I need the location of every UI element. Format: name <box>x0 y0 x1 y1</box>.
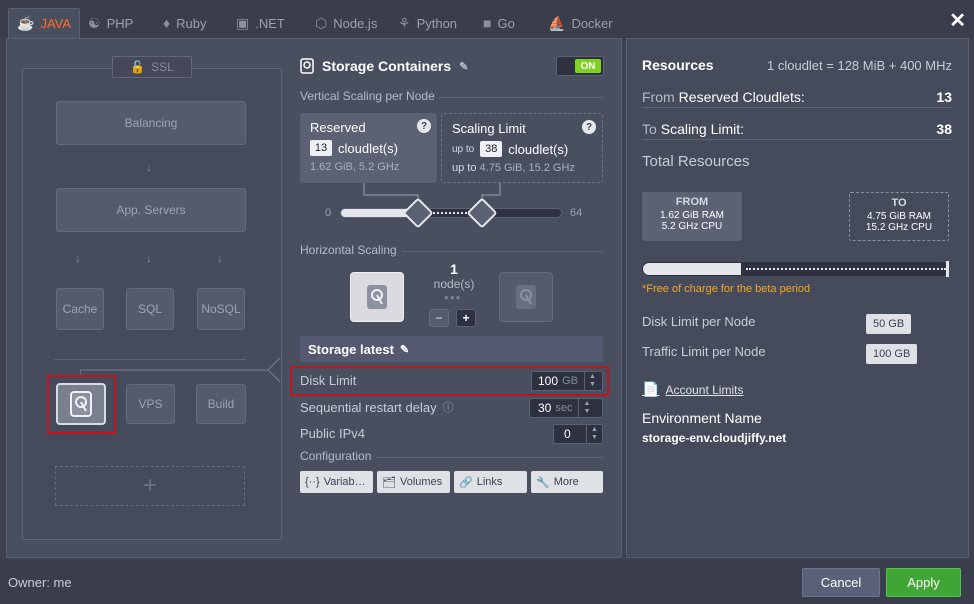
app-servers-node[interactable]: App. Servers <box>56 188 246 232</box>
divider <box>439 97 603 98</box>
arrow-down-icon: ↓ <box>217 251 223 265</box>
tab-ruby[interactable]: ♦ Ruby <box>163 8 207 38</box>
divider <box>376 457 603 458</box>
cache-node[interactable]: Cache <box>56 288 104 330</box>
arrow-down-icon: ↓ <box>75 251 81 265</box>
limit-range <box>746 268 946 270</box>
nodejs-icon: ⬡ <box>315 14 328 31</box>
tab-python[interactable]: ⚘ Python <box>398 8 457 38</box>
help-icon[interactable]: ? <box>417 119 431 133</box>
restart-delay-input[interactable]: 30 sec ▲ ▼ <box>529 398 603 418</box>
sql-node[interactable]: SQL <box>126 288 174 330</box>
apply-button[interactable]: Apply <box>886 568 961 597</box>
reserved-card: Reserved ? 13 cloudlet(s) 1.62 GiB, 5.2 … <box>300 113 437 183</box>
configuration-heading: Configuration <box>300 449 372 463</box>
storage-icon <box>300 58 314 74</box>
go-icon: ■ <box>483 15 492 31</box>
arrow-down-icon: ↓ <box>146 251 152 265</box>
horizontal-scaling-heading: Horizontal Scaling <box>300 243 397 257</box>
scaling-limit-input[interactable]: 38 <box>480 141 503 157</box>
lock-icon: 🔓 <box>130 60 146 74</box>
reserved-input[interactable]: 13 <box>310 140 332 156</box>
more-button[interactable]: 🔧 More <box>531 471 603 493</box>
cancel-button[interactable]: Cancel <box>802 568 880 597</box>
node-instance[interactable] <box>350 272 404 322</box>
link-icon: 🔗 <box>459 476 473 489</box>
tab-dotnet[interactable]: ▣ .NET <box>236 8 285 38</box>
node-title: Storage Containers ✎ <box>300 58 468 74</box>
tab-php[interactable]: ☯ PHP <box>88 8 133 38</box>
dotnet-icon: ▣ <box>236 14 250 31</box>
disk-limit-highlight <box>290 366 609 396</box>
add-node-button[interactable]: + <box>55 466 245 506</box>
to-box: TO 4.75 GiB RAM 15.2 GHz CPU <box>849 192 949 241</box>
balancing-node[interactable]: Balancing <box>56 101 246 145</box>
tab-nodejs[interactable]: ⬡ Node.js <box>315 8 377 38</box>
divider <box>402 251 603 252</box>
slider-connector <box>363 183 501 205</box>
vps-node[interactable]: VPS <box>126 384 175 424</box>
disk-limit-badge: 50 GB <box>866 314 912 334</box>
tab-go[interactable]: ■ Go <box>483 8 515 38</box>
ipv4-input[interactable]: 0 ▲ ▼ <box>553 424 603 444</box>
scaling-limit-card: Scaling Limit ? up to 38 cloudlet(s) up … <box>441 113 603 183</box>
document-icon: 📄 <box>642 381 660 397</box>
traffic-limit-badge: 100 GB <box>866 344 918 364</box>
variables-button[interactable]: {··} Variab… <box>300 471 373 493</box>
java-icon: ☕ <box>17 15 35 31</box>
help-icon[interactable]: ? <box>582 120 596 134</box>
remove-node-button[interactable]: − <box>429 309 449 327</box>
volumes-button[interactable]: 🗂 Volumes <box>377 471 450 493</box>
tab-docker[interactable]: ⛵ Docker <box>548 8 613 38</box>
python-icon: ⚘ <box>398 14 411 31</box>
ssl-toggle[interactable]: 🔓 SSL <box>112 56 192 78</box>
resources-panel <box>626 38 969 558</box>
php-icon: ☯ <box>88 14 101 31</box>
docker-icon: ⛵ <box>548 14 566 31</box>
storage-icon <box>367 285 387 309</box>
close-icon[interactable]: ✕ <box>949 8 966 33</box>
limit-marker <box>946 261 949 277</box>
stepper-icon[interactable]: ▲ ▼ <box>586 425 602 443</box>
vertical-scaling-heading: Vertical Scaling per Node <box>300 89 435 103</box>
ruby-icon: ♦ <box>163 15 171 31</box>
connector-line <box>80 357 281 383</box>
links-button[interactable]: 🔗 Links <box>454 471 527 493</box>
reserved-cloudlets-row: From Reserved Cloudlets: 13 <box>642 86 952 108</box>
node-toggle[interactable]: ON <box>556 56 604 76</box>
wrench-icon: 🔧 <box>536 476 550 489</box>
node-placeholder[interactable] <box>499 272 553 322</box>
reserved-fill <box>643 263 741 275</box>
add-node-button[interactable]: + <box>456 309 476 327</box>
edit-icon: ✎ <box>399 343 410 356</box>
nosql-node[interactable]: NoSQL <box>197 288 245 330</box>
stepper-icon[interactable]: ▲ ▼ <box>578 399 594 417</box>
environment-name[interactable]: storage-env.cloudjiffy.net <box>642 431 786 445</box>
restart-delay-row: Sequential restart delay ⓘ 30 sec ▲ ▼ <box>300 394 603 420</box>
node-dots: ●●● <box>444 293 462 302</box>
edit-icon[interactable]: ✎ <box>459 60 468 73</box>
from-box: FROM 1.62 GiB RAM 5.2 GHz CPU <box>642 192 742 241</box>
tab-java[interactable]: ☕ JAVA <box>8 8 81 38</box>
account-limits-link[interactable]: 📄 Account Limits <box>642 381 743 398</box>
arrow-down-icon: ↓ <box>146 160 152 174</box>
volumes-icon: 🗂 <box>382 476 396 489</box>
scaling-limit-row: To Scaling Limit: 38 <box>642 118 952 140</box>
help-icon[interactable]: ⓘ <box>443 399 454 415</box>
stack-selector[interactable]: Storage latest ✎ <box>300 336 603 362</box>
variables-icon: {··} <box>305 476 320 488</box>
public-ipv4-row: Public IPv4 0 ▲ ▼ <box>300 420 603 446</box>
build-node[interactable]: Build <box>196 384 246 424</box>
storage-icon <box>516 285 536 309</box>
